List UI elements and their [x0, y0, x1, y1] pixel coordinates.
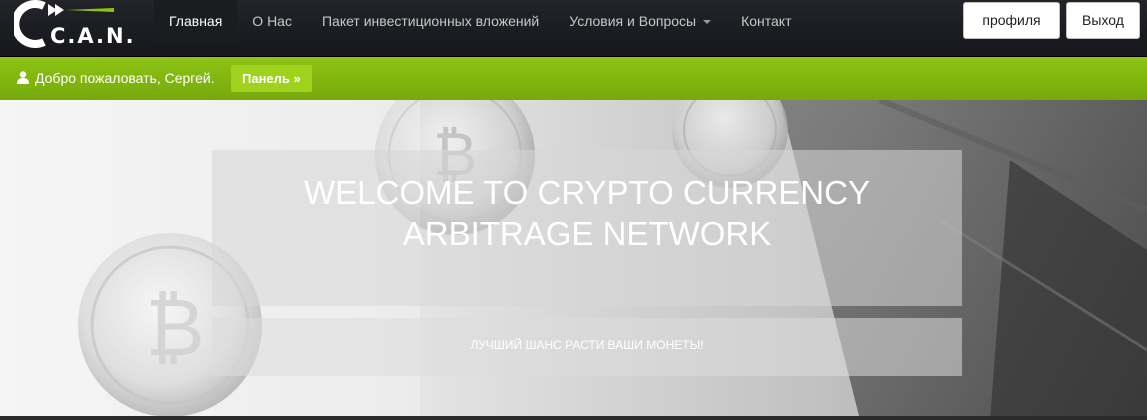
hero-title: WELCOME TO CRYPTO CURRENCY ARBITRAGE NET…: [304, 174, 870, 252]
nav-item-contact[interactable]: Контакт: [726, 0, 806, 43]
welcome-bar: Добро пожаловать, Сергей. Панель »: [0, 57, 1147, 100]
hero-subtitle-box: ЛУЧШИЙ ШАНС РАСТИ ВАШИ МОНЕТЫ!: [212, 318, 962, 376]
nav-item-terms-faq[interactable]: Условия и Вопросы: [554, 0, 726, 43]
nav-item-home[interactable]: Главная: [154, 0, 238, 43]
main-nav: Главная О Нас Пакет инвестиционных вложе…: [154, 0, 807, 43]
logout-button[interactable]: Выход: [1066, 2, 1140, 39]
caret-down-icon: [703, 20, 712, 25]
site-logo[interactable]: C.A.N.: [14, 0, 134, 50]
user-icon: [17, 71, 29, 84]
welcome-greeting: Добро пожаловать, Сергей.: [35, 70, 215, 86]
nav-item-terms-faq-label: Условия и Вопросы: [569, 13, 697, 29]
profile-button[interactable]: профиля: [963, 2, 1060, 39]
top-navbar: C.A.N. Главная О Нас Пакет инвестиционны…: [0, 0, 1147, 57]
section-divider: [0, 416, 1147, 420]
hero-section: ₿ ₿ WELCOME TO CRYPTO CURRENCY ARBITRAGE…: [0, 100, 1147, 420]
nav-item-about[interactable]: О Нас: [237, 0, 307, 43]
nav-item-investment-packages[interactable]: Пакет инвестиционных вложений: [307, 0, 554, 43]
panel-button[interactable]: Панель »: [231, 65, 312, 92]
logo-text: C.A.N.: [50, 24, 136, 48]
hero-subtitle: ЛУЧШИЙ ШАНС РАСТИ ВАШИ МОНЕТЫ!: [470, 338, 704, 352]
hero-title-box: WELCOME TO CRYPTO CURRENCY ARBITRAGE NET…: [212, 150, 962, 306]
